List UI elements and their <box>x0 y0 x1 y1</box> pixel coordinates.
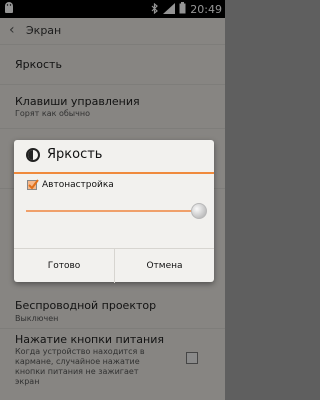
brightness-dialog: Яркость Автонастройка Готово Отмена <box>14 140 214 283</box>
auto-brightness-label[interactable]: Автонастройка <box>42 180 114 190</box>
dialog-divider <box>14 172 214 174</box>
auto-brightness-checkbox[interactable] <box>27 179 39 190</box>
brightness-slider-track[interactable] <box>26 210 196 212</box>
brightness-icon <box>26 148 40 162</box>
cancel-button[interactable]: Отмена <box>114 249 214 283</box>
dialog-title: Яркость <box>47 147 103 162</box>
dialog-header: Яркость <box>14 140 214 172</box>
ok-button[interactable]: Готово <box>14 249 114 283</box>
brightness-slider-handle[interactable] <box>191 203 207 219</box>
dialog-buttons: Готово Отмена <box>14 248 214 283</box>
